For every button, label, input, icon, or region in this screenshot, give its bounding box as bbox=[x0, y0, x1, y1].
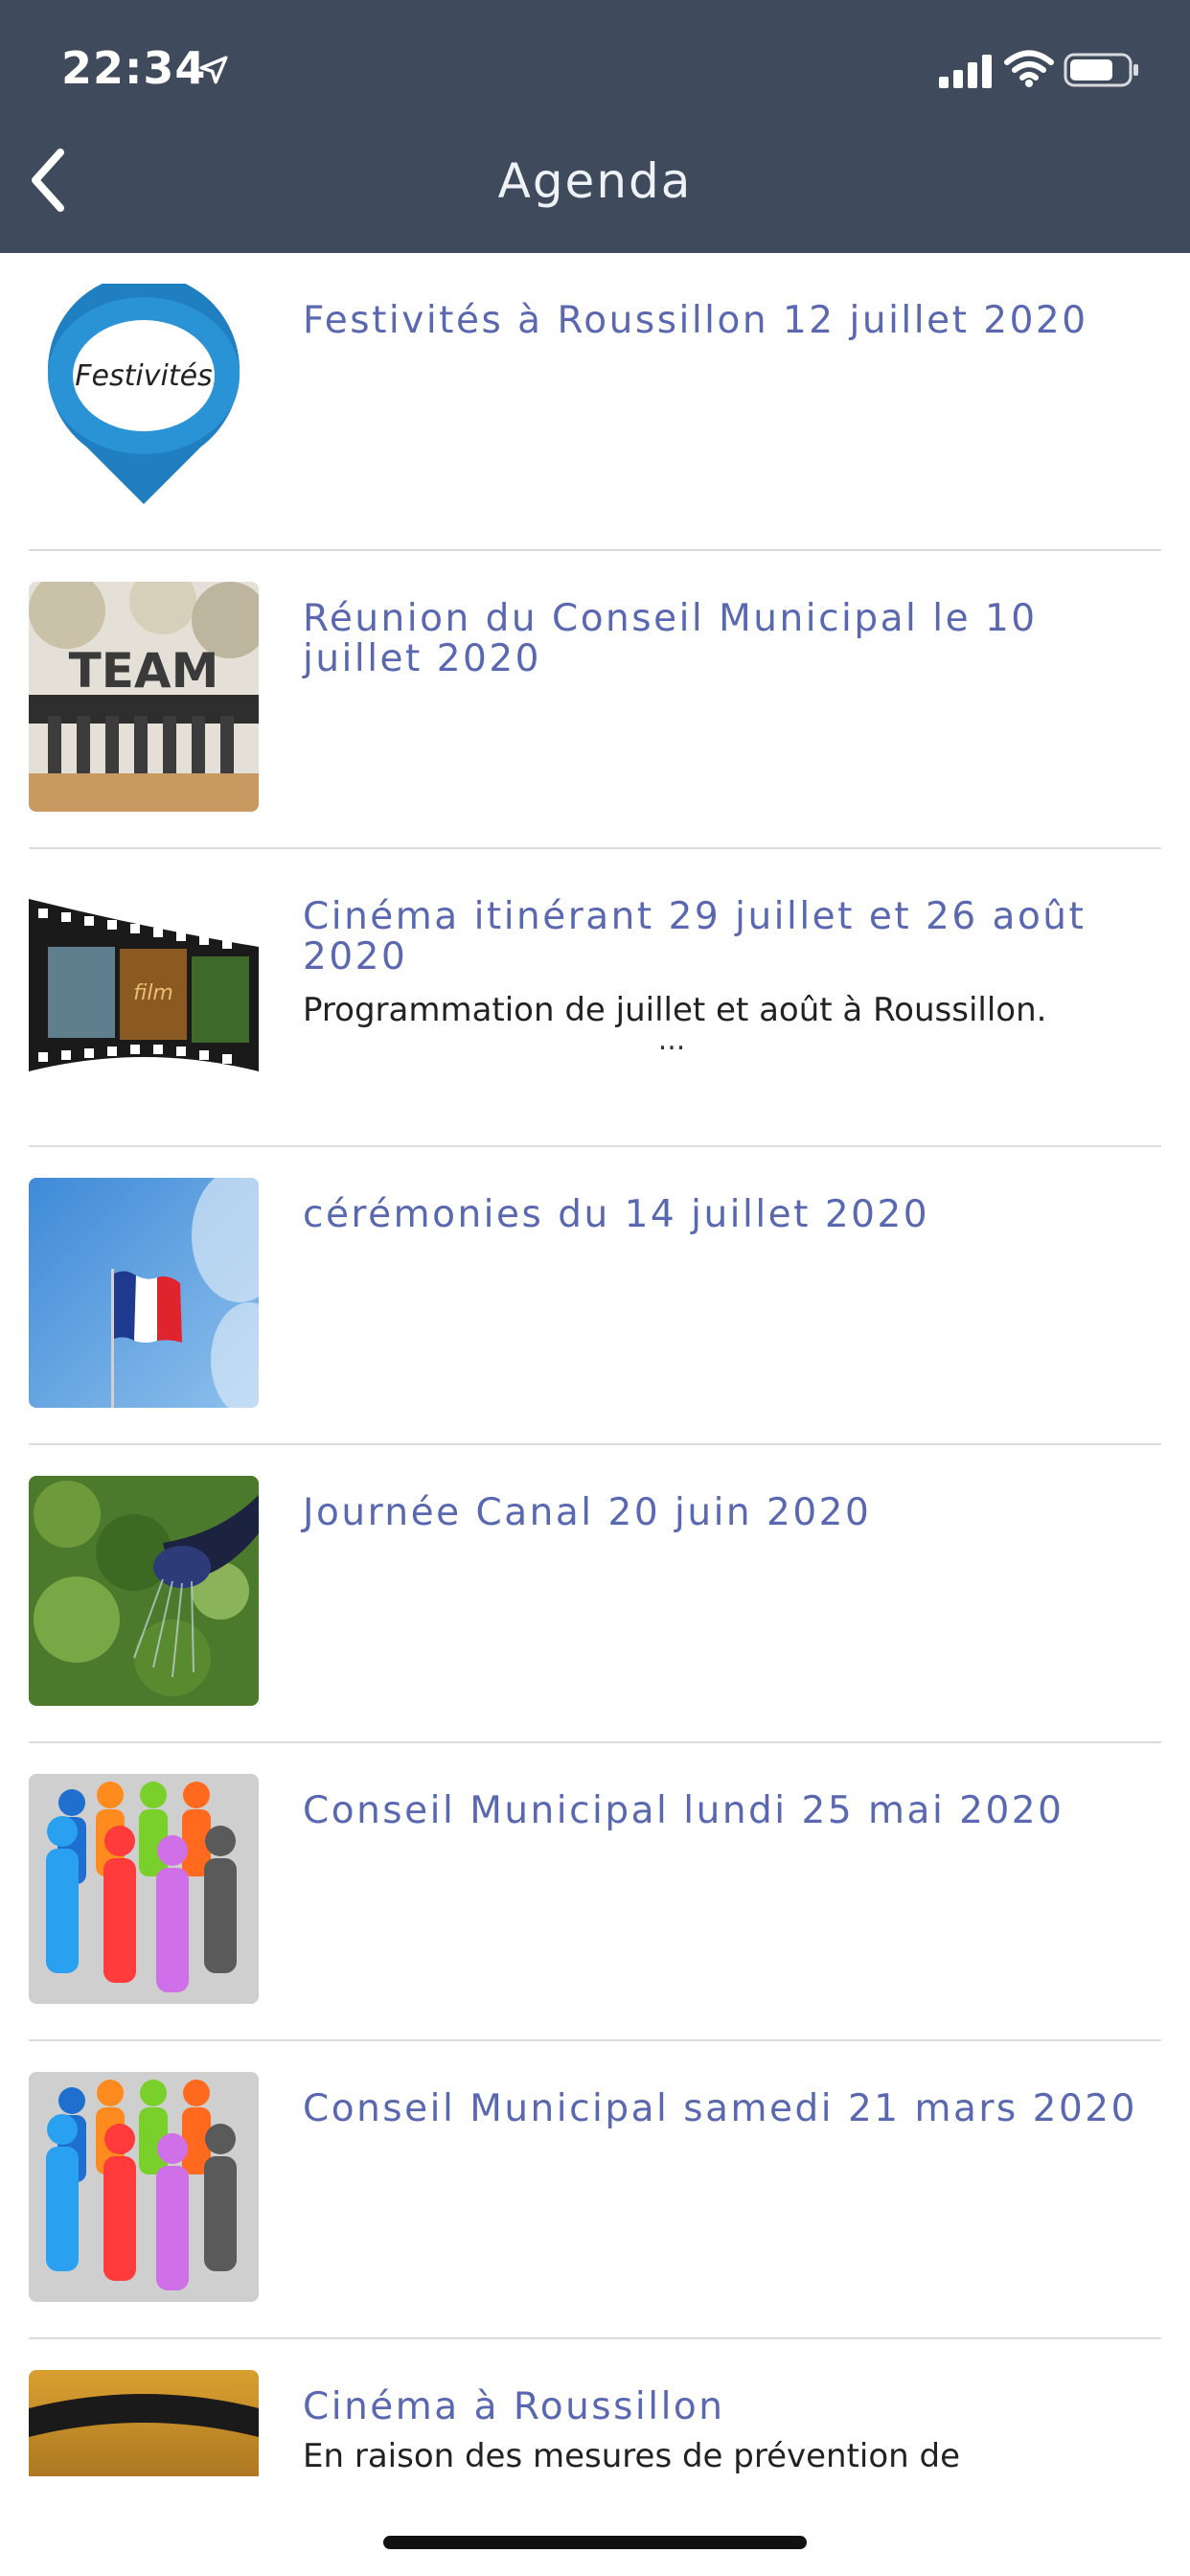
cinema-film-image bbox=[29, 2370, 259, 2476]
list-item[interactable]: Festivités Festivités à Roussillon 12 ju… bbox=[29, 253, 1161, 551]
event-thumbnail bbox=[29, 2072, 259, 2302]
item-title: Conseil Municipal lundi 25 mai 2020 bbox=[303, 1789, 1064, 1832]
list-item[interactable]: Conseil Municipal lundi 25 mai 2020 bbox=[29, 1743, 1161, 2041]
list-item[interactable]: Journée Canal 20 juin 2020 bbox=[29, 1445, 1161, 1743]
event-thumbnail: TEAM bbox=[29, 582, 259, 812]
event-thumbnail bbox=[29, 1476, 259, 1706]
festivites-logo-text: Festivités bbox=[75, 359, 212, 393]
item-title: Festivités à Roussillon 12 juillet 2020 bbox=[303, 299, 1088, 342]
location-arrow-icon bbox=[199, 56, 228, 84]
app-header: 22:34 Agenda bbox=[0, 0, 1190, 253]
battery-icon bbox=[1064, 53, 1138, 87]
people-group-image bbox=[29, 1774, 259, 2004]
page-title: Agenda bbox=[497, 153, 693, 209]
event-thumbnail: film bbox=[29, 880, 259, 1110]
list-item[interactable]: Cinéma à Roussillon En raison des mesure… bbox=[29, 2339, 1161, 2476]
film-strip-image: film bbox=[29, 880, 259, 1110]
cell-signal-icon bbox=[939, 55, 992, 88]
item-ellipsis: ... bbox=[657, 1024, 686, 1057]
list-item[interactable]: Conseil Municipal samedi 21 mars 2020 bbox=[29, 2041, 1161, 2339]
list-item[interactable]: film Cinéma itinérant 29 juillet et 26 a… bbox=[29, 849, 1161, 1147]
list-item[interactable]: TEAM Réunion du Conseil Municipal le 10 … bbox=[29, 551, 1161, 849]
item-title: Conseil Municipal samedi 21 mars 2020 bbox=[303, 2087, 1137, 2130]
list-item[interactable]: cérémonies du 14 juillet 2020 bbox=[29, 1147, 1161, 1445]
event-thumbnail bbox=[29, 2370, 259, 2476]
french-flag-image bbox=[29, 1178, 259, 1408]
watering-can-image bbox=[29, 1476, 259, 1706]
item-title: cérémonies du 14 juillet 2020 bbox=[303, 1193, 930, 1236]
item-title: Journée Canal 20 juin 2020 bbox=[303, 1491, 872, 1534]
event-thumbnail bbox=[29, 1774, 259, 2004]
agenda-list: Festivités Festivités à Roussillon 12 ju… bbox=[0, 253, 1190, 2476]
status-time: 22:34 bbox=[61, 42, 207, 94]
film-label-text: film bbox=[133, 981, 173, 1005]
wifi-icon bbox=[1004, 50, 1054, 87]
event-thumbnail: Festivités bbox=[29, 284, 259, 514]
people-group-image bbox=[29, 2072, 259, 2302]
event-thumbnail bbox=[29, 1178, 259, 1408]
festivites-pin-image: Festivités bbox=[29, 284, 259, 514]
item-description: En raison des mesures de prévention de bbox=[303, 2437, 961, 2475]
team-sign-text: TEAM bbox=[69, 643, 219, 699]
item-title: Réunion du Conseil Municipal le 10 juill… bbox=[303, 597, 1038, 680]
item-title: Cinéma à Roussillon bbox=[303, 2385, 725, 2428]
item-title: Cinéma itinérant 29 juillet et 26 août 2… bbox=[303, 895, 1087, 978]
meeting-room-image: TEAM bbox=[29, 582, 259, 812]
home-indicator[interactable] bbox=[383, 2536, 807, 2549]
